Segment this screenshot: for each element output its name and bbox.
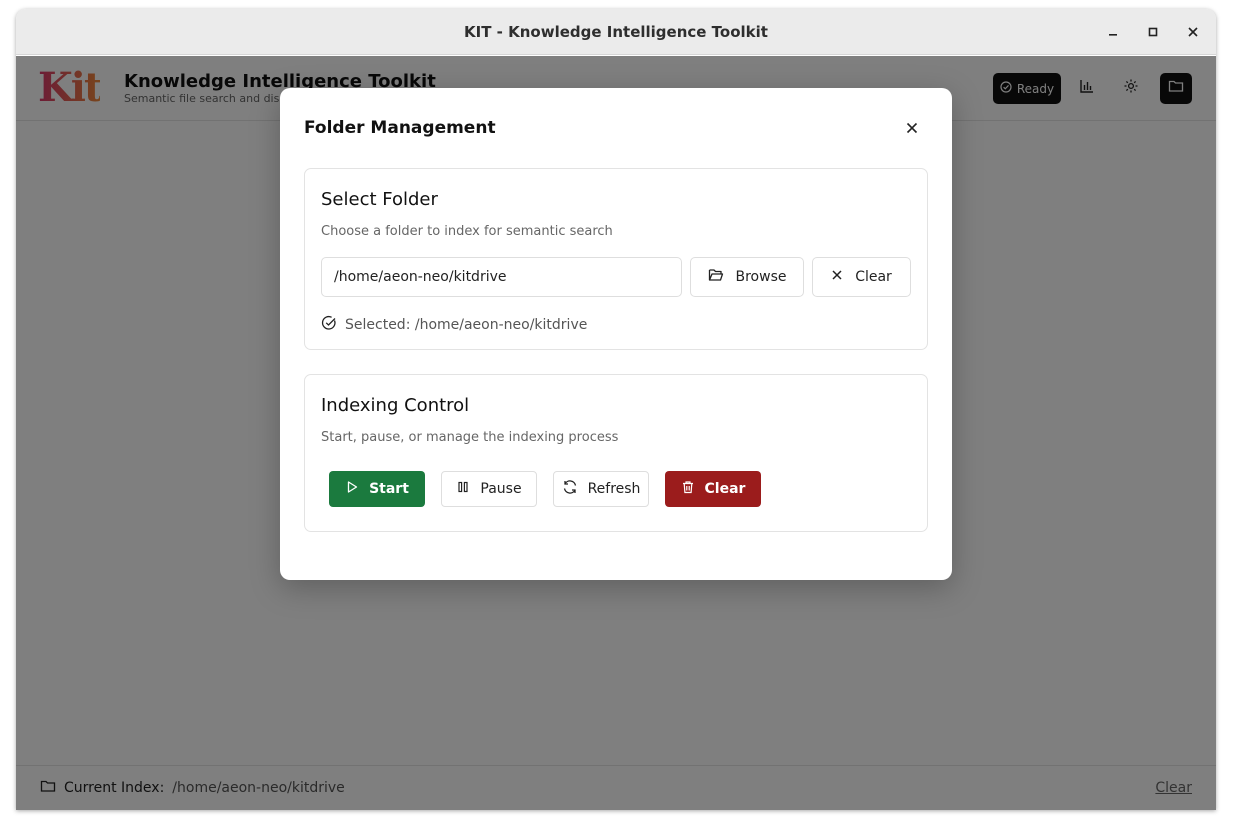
minimize-icon[interactable] <box>1101 20 1125 44</box>
x-icon <box>831 269 843 285</box>
start-button[interactable]: Start <box>329 471 425 507</box>
clear-index-label: Clear <box>704 481 746 497</box>
folder-open-icon <box>708 267 724 287</box>
clear-folder-button[interactable]: Clear <box>812 257 911 297</box>
indexing-control-description: Start, pause, or manage the indexing pro… <box>321 430 619 445</box>
pause-label: Pause <box>480 481 522 497</box>
refresh-label: Refresh <box>587 481 641 497</box>
clear-index-button[interactable]: Clear <box>665 471 761 507</box>
clear-folder-label: Clear <box>855 269 892 285</box>
folder-management-dialog: Folder Management Select Folder Choose a… <box>280 88 952 580</box>
indexing-control-title: Indexing Control <box>321 395 470 416</box>
check-circle-icon <box>321 315 337 335</box>
browse-button[interactable]: Browse <box>690 257 804 297</box>
play-icon <box>345 480 359 498</box>
pause-button[interactable]: Pause <box>441 471 537 507</box>
dialog-title: Folder Management <box>304 118 496 138</box>
close-icon[interactable] <box>900 116 924 140</box>
maximize-icon[interactable] <box>1141 20 1165 44</box>
refresh-button[interactable]: Refresh <box>553 471 649 507</box>
close-window-icon[interactable] <box>1181 20 1205 44</box>
window-title: KIT - Knowledge Intelligence Toolkit <box>464 22 768 41</box>
trash-icon <box>681 480 695 498</box>
refresh-icon <box>562 479 578 499</box>
browse-label: Browse <box>735 269 787 285</box>
pause-icon <box>456 480 470 498</box>
window-titlebar: KIT - Knowledge Intelligence Toolkit <box>16 9 1216 55</box>
select-folder-card: Select Folder Choose a folder to index f… <box>304 168 928 350</box>
start-label: Start <box>369 481 409 497</box>
selected-folder-status: Selected: /home/aeon-neo/kitdrive <box>321 315 587 335</box>
folder-path-input[interactable] <box>321 257 682 297</box>
indexing-control-card: Indexing Control Start, pause, or manage… <box>304 374 928 532</box>
selected-folder-text: Selected: /home/aeon-neo/kitdrive <box>345 317 588 333</box>
select-folder-description: Choose a folder to index for semantic se… <box>321 224 613 239</box>
select-folder-title: Select Folder <box>321 189 438 210</box>
